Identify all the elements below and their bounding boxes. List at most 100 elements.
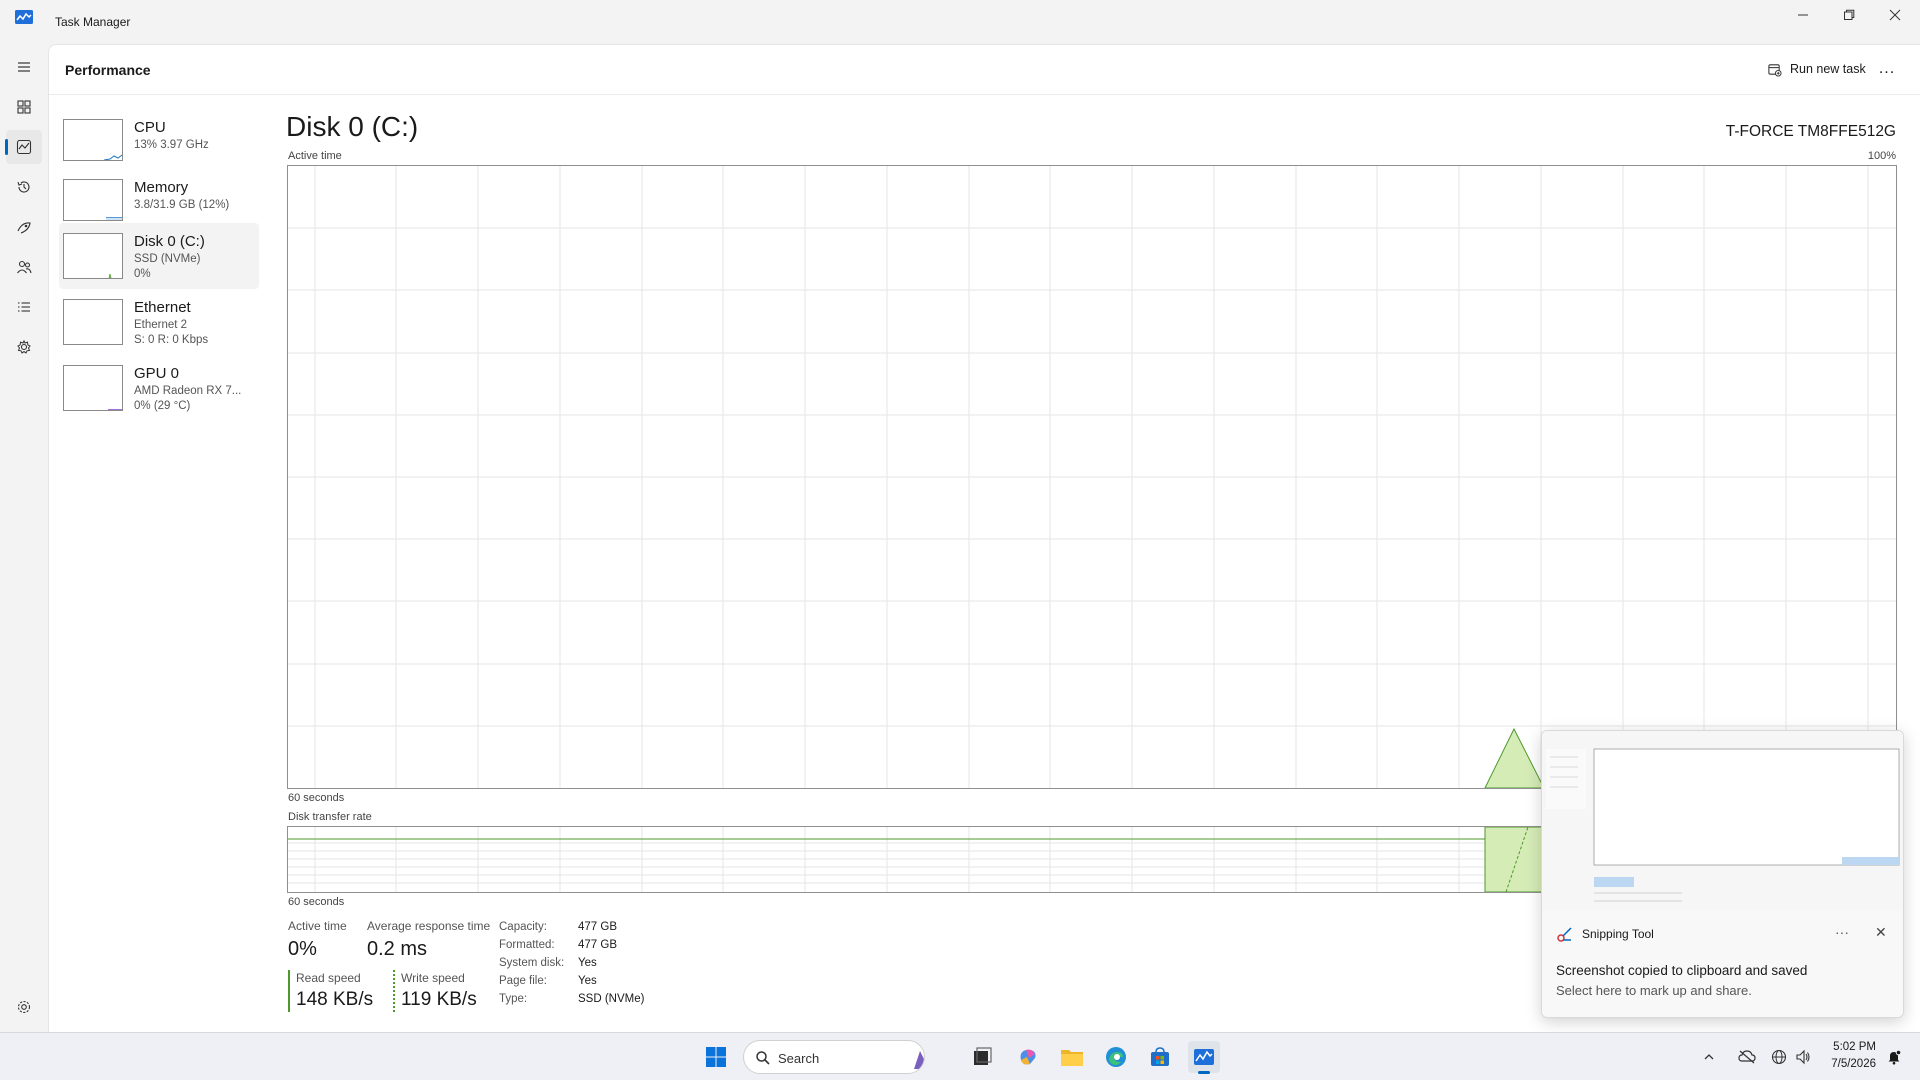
windows-logo-icon (706, 1047, 726, 1067)
screenshot-preview[interactable] (1542, 731, 1903, 911)
active-time-stat-value: 0% (288, 938, 317, 960)
sidebar-item-subtitle: AMD Radeon RX 7... (134, 385, 242, 397)
cloud-offline-icon (1738, 1050, 1756, 1064)
nav-menu-button[interactable] (6, 50, 42, 84)
sidebar-item-gpu[interactable]: GPU 0 AMD Radeon RX 7... 0% (29 °C) (59, 355, 259, 421)
task-manager-app-icon (15, 10, 33, 24)
folder-icon (1061, 1050, 1083, 1066)
network-tray-button[interactable] (1768, 1041, 1790, 1073)
edge-browser-icon (1106, 1047, 1126, 1067)
write-speed-label: Write speed (401, 971, 465, 985)
ethernet-thumbnail (63, 299, 123, 345)
start-button[interactable] (700, 1041, 732, 1073)
sidebar-item-disk[interactable]: Disk 0 (C:) SSD (NVMe) 0% (59, 223, 259, 289)
avg-response-stat-value: 0.2 ms (367, 938, 428, 960)
task-view-icon (974, 1047, 992, 1065)
search-highlight-art-icon (914, 1051, 924, 1069)
minimize-button[interactable] (1780, 0, 1826, 30)
sidebar-item-ethernet[interactable]: Ethernet Ethernet 2 S: 0 R: 0 Kbps (59, 289, 259, 355)
active-time-chart (287, 165, 1897, 789)
transfer-chart-label: Disk transfer rate (288, 811, 372, 823)
property-value: SSD (NVMe) (578, 993, 645, 1005)
nav-details[interactable] (6, 290, 42, 324)
property-value: Yes (578, 957, 597, 969)
toast-app-name: Snipping Tool (1582, 927, 1654, 941)
property-label: Page file: (499, 975, 547, 987)
nav-processes[interactable] (6, 90, 42, 124)
chart-max-label: 100% (1867, 150, 1896, 162)
title-bar: Task Manager (0, 0, 1920, 44)
restore-icon (1844, 9, 1855, 20)
run-new-task-label: Run new task (1790, 62, 1866, 76)
sidebar-item-value: 0% (29 °C) (134, 400, 191, 412)
sidebar-item-title: GPU 0 (134, 365, 180, 382)
run-task-icon (1768, 63, 1782, 77)
taskbar-search[interactable]: Search (743, 1040, 925, 1074)
edge-button[interactable] (1100, 1041, 1132, 1073)
volume-tray-button[interactable] (1792, 1041, 1814, 1073)
toast-close-button[interactable]: ✕ (1875, 924, 1887, 941)
task-view-button[interactable] (966, 1041, 998, 1073)
property-value: 477 GB (578, 939, 617, 951)
snipping-tool-notification[interactable]: Snipping Tool ··· ✕ Screenshot copied to… (1541, 730, 1904, 1018)
read-speed-label: Read speed (296, 971, 361, 985)
property-label: Formatted: (499, 939, 555, 951)
more-options-button[interactable]: ... (1871, 54, 1903, 84)
sidebar-item-value: 0% (134, 268, 151, 280)
memory-thumbnail (63, 179, 123, 221)
active-time-spike (1484, 727, 1545, 788)
close-button[interactable] (1872, 0, 1918, 30)
write-speed-marker (393, 970, 395, 1012)
disk-title: Disk 0 (C:) (286, 111, 419, 142)
sidebar-item-title: Ethernet (134, 299, 191, 316)
sidebar-item-cpu[interactable]: CPU 13% 3.97 GHz (59, 109, 259, 169)
nav-app-history[interactable] (6, 170, 42, 204)
details-icon (18, 302, 30, 312)
active-time-chart-canvas (288, 166, 1896, 788)
nav-startup-apps[interactable] (6, 210, 42, 244)
search-placeholder: Search (778, 1051, 820, 1066)
task-manager-icon (1194, 1049, 1214, 1065)
gpu-thumbnail (63, 365, 123, 411)
restore-button[interactable] (1826, 0, 1872, 30)
history-icon (17, 181, 30, 193)
property-label: System disk: (499, 957, 565, 969)
copilot-icon (1020, 1049, 1036, 1065)
sidebar-item-memory[interactable]: Memory 3.8/31.9 GB (12%) (59, 169, 259, 229)
cpu-thumbnail (63, 119, 123, 161)
sidebar-item-subtitle: Ethernet 2 (134, 319, 188, 331)
toast-message: Screenshot copied to clipboard and saved (1556, 963, 1808, 978)
speaker-icon (1796, 1049, 1810, 1065)
tray-time: 5:02 PM (1833, 1041, 1876, 1053)
task-manager-taskbar-button[interactable] (1188, 1041, 1220, 1074)
performance-icon (16, 139, 32, 155)
run-new-task-button[interactable]: Run new task (1757, 54, 1876, 84)
property-label: Capacity: (499, 921, 547, 933)
nav-settings[interactable] (6, 990, 42, 1024)
onedrive-tray-button[interactable] (1736, 1041, 1758, 1073)
nav-services[interactable] (6, 330, 42, 364)
navigation-rail (0, 44, 48, 1032)
nav-performance[interactable] (5, 130, 42, 164)
active-time-chart-label: Active time (288, 150, 342, 162)
read-speed-value: 148 KB/s (296, 989, 374, 1010)
toast-more-button[interactable]: ··· (1835, 924, 1849, 940)
processes-icon (17, 100, 31, 114)
sidebar-item-subtitle: SSD (NVMe) (134, 253, 201, 265)
sidebar-item-title: CPU (134, 119, 166, 136)
search-icon (756, 1051, 770, 1065)
nav-users[interactable] (6, 250, 42, 284)
file-explorer-button[interactable] (1056, 1041, 1088, 1073)
startup-icon (17, 222, 31, 234)
notifications-button[interactable] (1882, 1041, 1906, 1073)
sidebar-item-title: Memory (134, 179, 189, 196)
store-button[interactable] (1144, 1041, 1176, 1073)
time-axis-label: 60 seconds (288, 792, 345, 804)
services-icon (17, 339, 31, 354)
show-hidden-icons-button[interactable] (1698, 1041, 1720, 1073)
chevron-up-icon (1704, 1054, 1714, 1060)
copilot-button[interactable] (1012, 1041, 1044, 1073)
sidebar-item-value: S: 0 R: 0 Kbps (134, 334, 209, 346)
window-title: Task Manager (55, 15, 131, 29)
disk-model: T-FORCE TM8FFE512G (1725, 123, 1896, 140)
